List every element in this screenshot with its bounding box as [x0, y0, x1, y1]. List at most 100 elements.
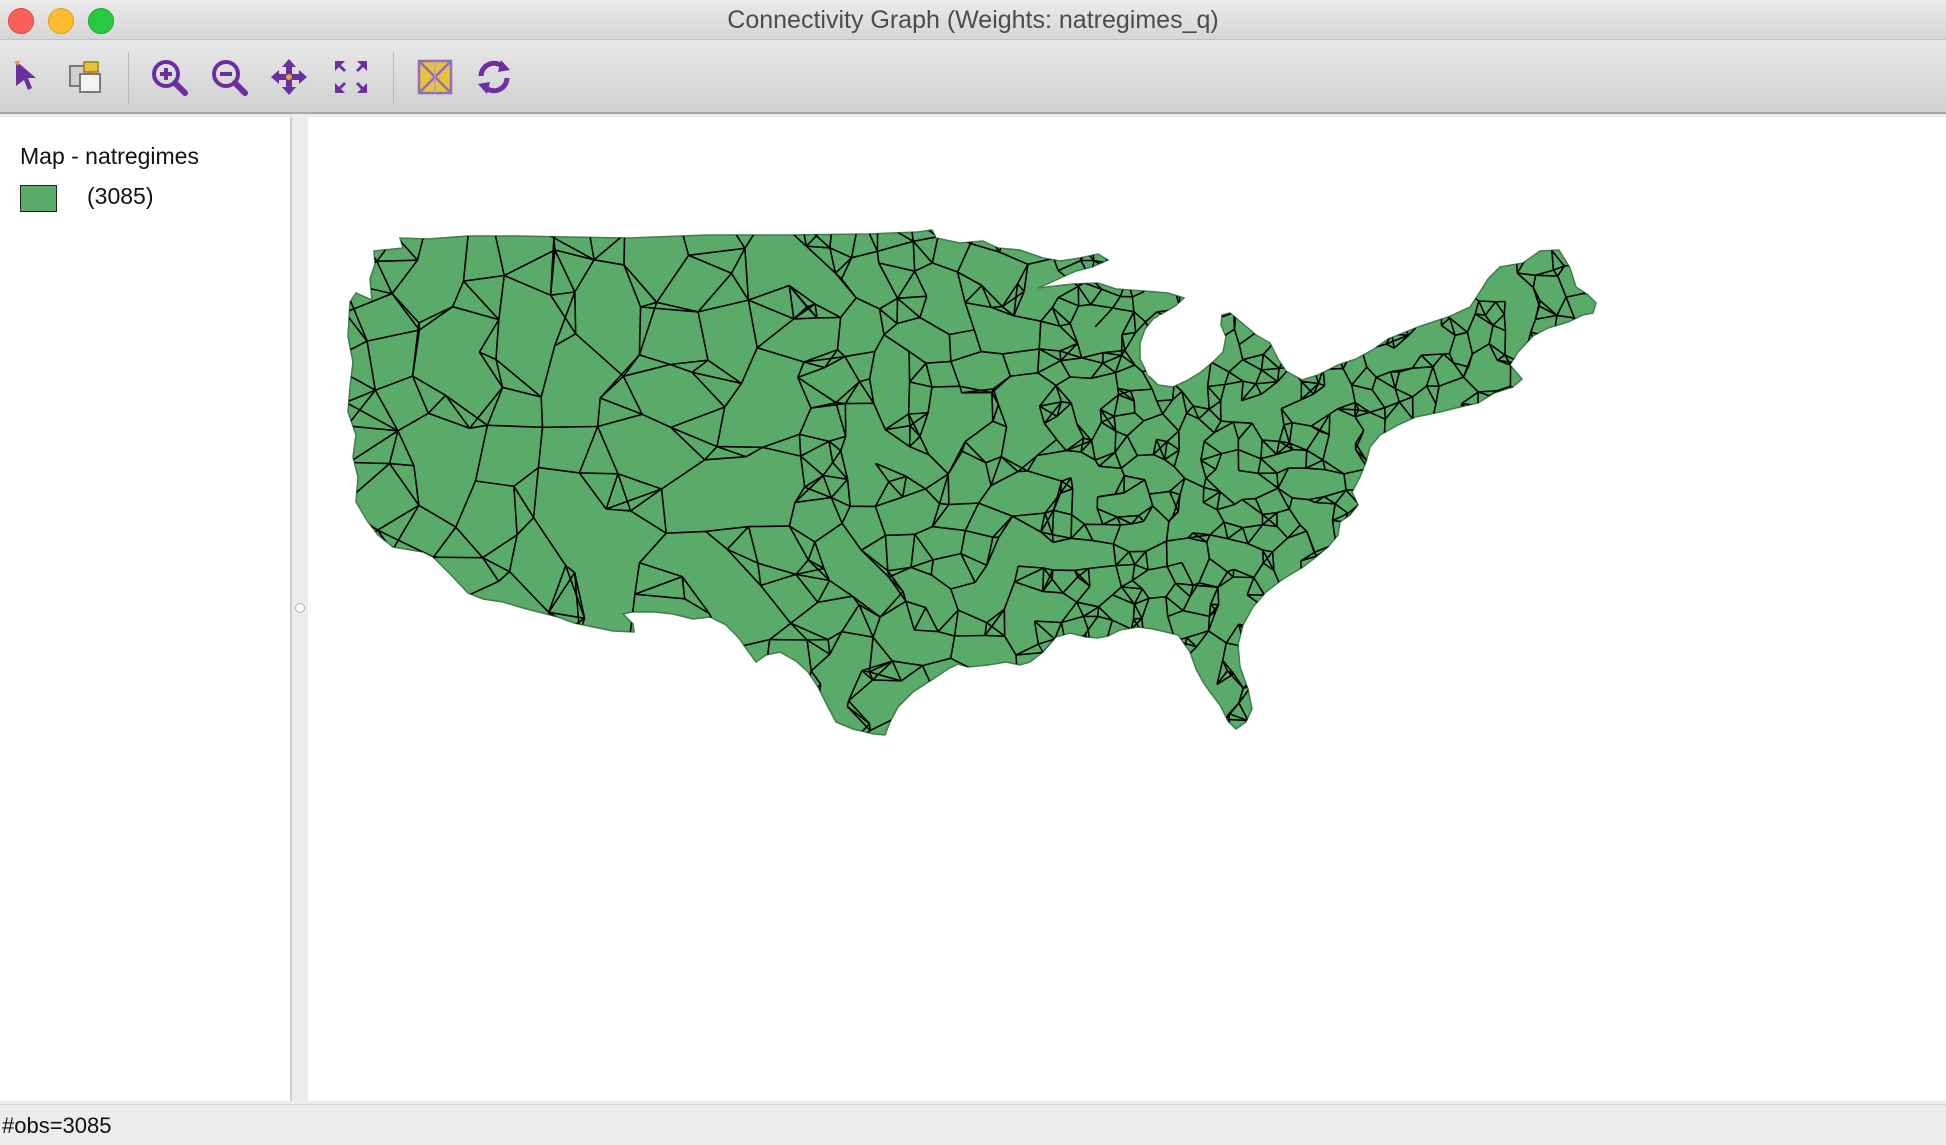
map-canvas[interactable] [308, 117, 1946, 1101]
neighbor-edge [1155, 236, 1168, 240]
neighbor-edge [680, 650, 726, 657]
neighbor-edge [1565, 336, 1569, 347]
neighbor-edge [1189, 700, 1199, 701]
neighbor-edge [1516, 532, 1535, 540]
neighbor-edge [963, 227, 982, 239]
neighbor-edge [1515, 647, 1529, 655]
neighbor-edge [1186, 690, 1189, 702]
neighbor-edge [1337, 353, 1350, 356]
neighbor-edge [1386, 693, 1389, 713]
neighbor-edge [1306, 264, 1309, 272]
neighbor-edge [1598, 653, 1608, 673]
neighbor-edge [1352, 324, 1364, 336]
neighbor-edge [330, 721, 388, 722]
neighbor-edge [1590, 544, 1598, 547]
pan-icon[interactable] [268, 56, 310, 98]
neighbor-edge [1155, 215, 1171, 224]
neighbor-edge [1391, 479, 1395, 480]
neighbor-edge [1497, 241, 1514, 253]
neighbor-edge [1464, 441, 1471, 442]
neighbor-edge [1597, 517, 1606, 544]
neighbor-edge [1499, 623, 1514, 640]
neighbor-edge [1358, 691, 1367, 706]
neighbor-edge [1175, 741, 1187, 747]
neighbor-edge [1273, 666, 1288, 667]
neighbor-edge [1237, 297, 1261, 302]
neighbor-edge [1358, 723, 1365, 741]
neighbor-edge [1342, 586, 1351, 597]
refresh-icon[interactable] [473, 56, 515, 98]
neighbor-edge [1099, 728, 1116, 742]
neighbor-edge [1433, 576, 1450, 585]
neighbor-edge [1358, 672, 1359, 692]
neighbor-edge [1384, 434, 1402, 448]
neighbor-edge [1297, 274, 1299, 288]
neighbor-edge [1468, 632, 1469, 651]
neighbor-edge [1486, 584, 1489, 603]
selection-tool-icon[interactable] [64, 56, 106, 98]
neighbor-edge [1567, 672, 1573, 687]
splitter-handle[interactable] [295, 603, 305, 613]
neighbor-edge [1380, 526, 1405, 528]
neighbor-edge [1400, 582, 1412, 585]
neighbor-edge [1580, 566, 1593, 569]
neighbor-edge [1587, 237, 1606, 246]
neighbor-edge [575, 292, 576, 334]
neighbor-edge [1588, 264, 1594, 274]
neighbor-edge [1498, 239, 1514, 241]
neighbor-edge [1367, 490, 1380, 495]
neighbor-edge [1504, 302, 1505, 315]
neighbor-edge [901, 715, 933, 724]
legend-swatch[interactable] [20, 185, 57, 212]
neighbor-edge [1547, 539, 1564, 553]
neighbor-edge [448, 691, 466, 742]
toggle-map-icon[interactable] [414, 56, 456, 98]
neighbor-edge [1152, 239, 1155, 263]
neighbor-edge [1456, 698, 1467, 705]
neighbor-edge [1289, 605, 1292, 622]
neighbor-edge [1079, 241, 1091, 243]
zoom-out-icon[interactable] [208, 56, 250, 98]
neighbor-edge [1277, 473, 1278, 488]
neighbor-edge [1507, 502, 1508, 520]
connectivity-map[interactable] [308, 117, 1946, 1101]
neighbor-edge [1552, 362, 1565, 363]
neighbor-edge [1333, 234, 1347, 238]
neighbor-edge [1230, 740, 1258, 742]
neighbor-edge [1248, 721, 1256, 731]
neighbor-edge [1116, 565, 1135, 566]
neighbor-edge [985, 636, 1005, 637]
neighbor-edge [1552, 347, 1570, 363]
neighbor-edge [1200, 329, 1214, 330]
neighbor-edge [1017, 722, 1035, 736]
neighbor-edge [1412, 585, 1422, 599]
zoom-in-icon[interactable] [148, 56, 190, 98]
neighbor-edge [1466, 243, 1472, 258]
neighbor-edge [1508, 521, 1516, 540]
neighbor-edge [1485, 227, 1502, 230]
neighbor-edge [1318, 220, 1332, 234]
neighbor-edge [1100, 702, 1121, 705]
select-pointer-icon[interactable] [6, 56, 48, 98]
neighbor-edge [1186, 690, 1198, 691]
neighbor-edge [1302, 243, 1306, 250]
neighbor-edge [1506, 474, 1507, 492]
neighbor-edge [1583, 351, 1592, 371]
neighbor-edge [1352, 335, 1362, 351]
us-counties-area[interactable] [348, 230, 1596, 735]
neighbor-edge [1115, 728, 1130, 744]
neighbor-edge [1565, 426, 1571, 436]
neighbor-edge [1362, 534, 1366, 548]
neighbor-edge [1529, 655, 1547, 661]
neighbor-edge [1315, 625, 1316, 630]
neighbor-edge [1550, 474, 1553, 486]
neighbor-edge [805, 671, 811, 698]
neighbor-edge [1408, 284, 1419, 300]
neighbor-edge [1346, 636, 1360, 646]
fit-extent-icon[interactable] [330, 56, 372, 98]
neighbor-edge [1524, 598, 1530, 611]
panel-splitter[interactable] [292, 117, 308, 1101]
neighbor-edge [1405, 552, 1413, 565]
neighbor-edge [1306, 220, 1318, 243]
neighbor-edge [1272, 738, 1292, 746]
